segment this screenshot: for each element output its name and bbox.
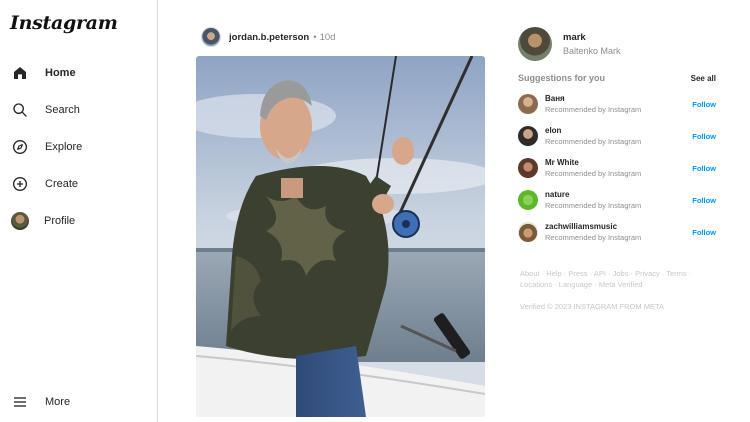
- post-author-username[interactable]: jordan.b.peterson: [229, 32, 309, 43]
- sidebar-item-label: Home: [45, 67, 76, 79]
- post-author-avatar[interactable]: [201, 27, 221, 47]
- footer-link-api[interactable]: API: [594, 269, 606, 278]
- current-user-username[interactable]: mark: [563, 32, 621, 43]
- sidebar-item-label: Search: [45, 104, 80, 116]
- footer-link-privacy[interactable]: Privacy: [635, 269, 660, 278]
- suggestions-header: Suggestions for you See all: [518, 73, 716, 83]
- suggestion-item: Mr White Recommended by Instagram Follow: [518, 157, 716, 179]
- footer-link-help[interactable]: Help: [546, 269, 561, 278]
- sidebar-item-more[interactable]: More: [10, 390, 70, 414]
- home-icon: [10, 63, 30, 83]
- footer-link-language[interactable]: Language: [559, 280, 592, 289]
- suggestion-avatar[interactable]: [518, 126, 538, 146]
- sidebar-item-label: Profile: [44, 215, 76, 227]
- current-user-avatar[interactable]: [518, 27, 552, 61]
- footer-separator: ·: [552, 279, 559, 289]
- post-photo-illustration: [196, 56, 485, 417]
- suggestion-reason: Recommended by Instagram: [545, 137, 642, 146]
- suggestion-avatar[interactable]: [518, 222, 538, 242]
- profile-avatar: [11, 212, 29, 230]
- current-user: mark Baltenko Mark: [518, 27, 621, 61]
- suggestion-reason: Recommended by Instagram: [545, 233, 642, 242]
- suggestion-item: nature Recommended by Instagram Follow: [518, 189, 716, 211]
- footer-links: About · Help · Press · API · Jobs · Priv…: [520, 269, 700, 290]
- suggestion-reason: Recommended by Instagram: [545, 169, 642, 178]
- compass-icon: [10, 137, 30, 157]
- suggestion-reason: Recommended by Instagram: [545, 201, 642, 210]
- sidebar: Instagram Home Search Explore Create Pro…: [0, 0, 158, 422]
- suggestion-reason: Recommended by Instagram: [545, 105, 642, 114]
- suggestion-username[interactable]: elon: [545, 126, 692, 135]
- footer-link-locations[interactable]: Locations: [520, 280, 552, 289]
- post-timestamp[interactable]: 10d: [320, 32, 336, 43]
- footer-link-meta-verified[interactable]: Meta Verified: [599, 280, 643, 289]
- follow-button[interactable]: Follow: [692, 196, 716, 205]
- follow-button[interactable]: Follow: [692, 228, 716, 237]
- footer-link-terms[interactable]: Terms: [666, 269, 686, 278]
- sidebar-item-explore[interactable]: Explore: [10, 135, 82, 159]
- suggestion-username[interactable]: nature: [545, 190, 692, 199]
- post-header: jordan.b.peterson • 10d: [201, 26, 335, 48]
- sidebar-item-home[interactable]: Home: [10, 61, 76, 85]
- copyright: Verified © 2023 INSTAGRAM FROM META: [520, 302, 665, 311]
- current-user-fullname: Baltenko Mark: [563, 46, 621, 56]
- footer-link-jobs[interactable]: Jobs: [613, 269, 629, 278]
- sidebar-item-profile[interactable]: Profile: [10, 209, 75, 233]
- post-separator: •: [313, 31, 317, 43]
- suggestion-item: Ваня Recommended by Instagram Follow: [518, 93, 716, 115]
- sidebar-item-create[interactable]: Create: [10, 172, 78, 196]
- suggestion-username[interactable]: Ваня: [545, 94, 692, 103]
- suggestion-item: elon Recommended by Instagram Follow: [518, 125, 716, 147]
- suggestion-username[interactable]: zachwilliamsmusic: [545, 222, 692, 231]
- follow-button[interactable]: Follow: [692, 132, 716, 141]
- sidebar-item-label: More: [45, 396, 71, 408]
- search-icon: [10, 100, 30, 120]
- follow-button[interactable]: Follow: [692, 100, 716, 109]
- post-photo[interactable]: [196, 56, 485, 417]
- plus-square-icon: [10, 174, 30, 194]
- sidebar-item-label: Explore: [45, 141, 83, 153]
- avatar: [10, 211, 30, 231]
- footer-link-about[interactable]: About: [520, 269, 540, 278]
- suggestions-title: Suggestions for you: [518, 73, 606, 83]
- footer-separator: ·: [605, 269, 613, 278]
- suggestion-username[interactable]: Mr White: [545, 158, 692, 167]
- suggestion-avatar[interactable]: [518, 94, 538, 114]
- menu-icon: [10, 392, 30, 412]
- footer-link-press[interactable]: Press: [568, 269, 587, 278]
- sidebar-item-label: Create: [45, 178, 79, 190]
- suggestion-avatar[interactable]: [518, 190, 538, 210]
- follow-button[interactable]: Follow: [692, 164, 716, 173]
- sidebar-item-search[interactable]: Search: [10, 98, 80, 122]
- suggestion-item: zachwilliamsmusic Recommended by Instagr…: [518, 221, 716, 243]
- see-all-link[interactable]: See all: [691, 74, 716, 83]
- instagram-logo[interactable]: Instagram: [10, 12, 118, 34]
- footer-separator: ·: [686, 269, 692, 278]
- suggestion-avatar[interactable]: [518, 158, 538, 178]
- footer-separator: ·: [592, 279, 599, 289]
